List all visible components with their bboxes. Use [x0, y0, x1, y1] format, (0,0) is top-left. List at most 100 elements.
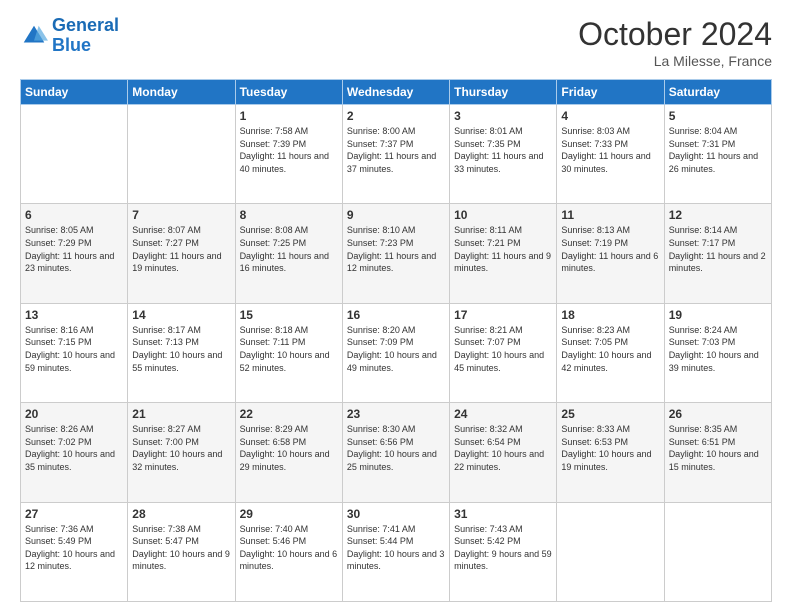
day-number: 11 — [561, 208, 659, 222]
sunset-text: Sunset: 7:05 PM — [561, 336, 659, 349]
sunset-text: Sunset: 7:23 PM — [347, 237, 445, 250]
calendar-cell: 26Sunrise: 8:35 AMSunset: 6:51 PMDayligh… — [664, 403, 771, 502]
day-info: Sunrise: 8:27 AMSunset: 7:00 PMDaylight:… — [132, 423, 230, 473]
sunset-text: Sunset: 5:44 PM — [347, 535, 445, 548]
calendar-week-4: 20Sunrise: 8:26 AMSunset: 7:02 PMDayligh… — [21, 403, 772, 502]
sunset-text: Sunset: 7:00 PM — [132, 436, 230, 449]
sunset-text: Sunset: 7:33 PM — [561, 138, 659, 151]
sunset-text: Sunset: 7:21 PM — [454, 237, 552, 250]
sunrise-text: Sunrise: 8:30 AM — [347, 423, 445, 436]
day-number: 28 — [132, 507, 230, 521]
daylight-text: Daylight: 10 hours and 22 minutes. — [454, 448, 552, 473]
sunrise-text: Sunrise: 8:07 AM — [132, 224, 230, 237]
day-info: Sunrise: 8:18 AMSunset: 7:11 PMDaylight:… — [240, 324, 338, 374]
day-info: Sunrise: 7:38 AMSunset: 5:47 PMDaylight:… — [132, 523, 230, 573]
calendar-cell: 10Sunrise: 8:11 AMSunset: 7:21 PMDayligh… — [450, 204, 557, 303]
day-info: Sunrise: 8:07 AMSunset: 7:27 PMDaylight:… — [132, 224, 230, 274]
daylight-text: Daylight: 11 hours and 2 minutes. — [669, 250, 767, 275]
sunset-text: Sunset: 7:27 PM — [132, 237, 230, 250]
daylight-text: Daylight: 11 hours and 12 minutes. — [347, 250, 445, 275]
daylight-text: Daylight: 10 hours and 49 minutes. — [347, 349, 445, 374]
col-wednesday: Wednesday — [342, 80, 449, 105]
sunrise-text: Sunrise: 8:24 AM — [669, 324, 767, 337]
sunset-text: Sunset: 7:19 PM — [561, 237, 659, 250]
daylight-text: Daylight: 11 hours and 16 minutes. — [240, 250, 338, 275]
logo-text: General Blue — [52, 16, 119, 56]
day-number: 1 — [240, 109, 338, 123]
sunset-text: Sunset: 7:25 PM — [240, 237, 338, 250]
calendar-cell: 24Sunrise: 8:32 AMSunset: 6:54 PMDayligh… — [450, 403, 557, 502]
day-info: Sunrise: 8:24 AMSunset: 7:03 PMDaylight:… — [669, 324, 767, 374]
sunset-text: Sunset: 6:58 PM — [240, 436, 338, 449]
sunset-text: Sunset: 7:39 PM — [240, 138, 338, 151]
logo: General Blue — [20, 16, 119, 56]
calendar-week-5: 27Sunrise: 7:36 AMSunset: 5:49 PMDayligh… — [21, 502, 772, 601]
sunset-text: Sunset: 7:03 PM — [669, 336, 767, 349]
day-number: 8 — [240, 208, 338, 222]
daylight-text: Daylight: 10 hours and 59 minutes. — [25, 349, 123, 374]
day-info: Sunrise: 8:11 AMSunset: 7:21 PMDaylight:… — [454, 224, 552, 274]
daylight-text: Daylight: 10 hours and 45 minutes. — [454, 349, 552, 374]
daylight-text: Daylight: 10 hours and 35 minutes. — [25, 448, 123, 473]
day-number: 22 — [240, 407, 338, 421]
day-info: Sunrise: 8:17 AMSunset: 7:13 PMDaylight:… — [132, 324, 230, 374]
calendar-cell: 22 Sunrise: 8:29 AMSunset: 6:58 PMDayligh… — [235, 403, 342, 502]
sunset-text: Sunset: 5:42 PM — [454, 535, 552, 548]
sunrise-text: Sunrise: 8:27 AM — [132, 423, 230, 436]
sunrise-text: Sunrise: 7:40 AM — [240, 523, 338, 536]
day-info: Sunrise: 8:29 AMSunset: 6:58 PMDaylight:… — [240, 423, 338, 473]
header-row: Sunday Monday Tuesday Wednesday Thursday… — [21, 80, 772, 105]
daylight-text: Daylight: 10 hours and 12 minutes. — [25, 548, 123, 573]
calendar-cell: 29 Sunrise: 7:40 AMSunset: 5:46 PMDayligh… — [235, 502, 342, 601]
col-monday: Monday — [128, 80, 235, 105]
day-info: Sunrise: 8:35 AMSunset: 6:51 PMDaylight:… — [669, 423, 767, 473]
day-info: Sunrise: 8:13 AMSunset: 7:19 PMDaylight:… — [561, 224, 659, 274]
day-number: 25 — [561, 407, 659, 421]
sunset-text: Sunset: 7:02 PM — [25, 436, 123, 449]
header: General Blue October 2024 La Milesse, Fr… — [20, 16, 772, 69]
daylight-text: Daylight: 11 hours and 19 minutes. — [132, 250, 230, 275]
location: La Milesse, France — [578, 53, 772, 69]
col-tuesday: Tuesday — [235, 80, 342, 105]
day-info: Sunrise: 8:14 AMSunset: 7:17 PMDaylight:… — [669, 224, 767, 274]
day-number: 17 — [454, 308, 552, 322]
day-number: 13 — [25, 308, 123, 322]
day-number: 6 — [25, 208, 123, 222]
sunset-text: Sunset: 7:17 PM — [669, 237, 767, 250]
day-info: Sunrise: 7:36 AMSunset: 5:49 PMDaylight:… — [25, 523, 123, 573]
daylight-text: Daylight: 10 hours and 55 minutes. — [132, 349, 230, 374]
sunset-text: Sunset: 7:15 PM — [25, 336, 123, 349]
calendar-cell: 18Sunrise: 8:23 AMSunset: 7:05 PMDayligh… — [557, 303, 664, 402]
sunset-text: Sunset: 6:51 PM — [669, 436, 767, 449]
sunrise-text: Sunrise: 7:36 AM — [25, 523, 123, 536]
day-info: Sunrise: 8:26 AMSunset: 7:02 PMDaylight:… — [25, 423, 123, 473]
day-number: 29 — [240, 507, 338, 521]
day-info: Sunrise: 7:40 AMSunset: 5:46 PMDaylight:… — [240, 523, 338, 573]
sunrise-text: Sunrise: 8:21 AM — [454, 324, 552, 337]
sunrise-text: Sunrise: 8:33 AM — [561, 423, 659, 436]
calendar-cell: 15Sunrise: 8:18 AMSunset: 7:11 PMDayligh… — [235, 303, 342, 402]
sunrise-text: Sunrise: 8:01 AM — [454, 125, 552, 138]
daylight-text: Daylight: 11 hours and 9 minutes. — [454, 250, 552, 275]
calendar-cell: 9Sunrise: 8:10 AMSunset: 7:23 PMDaylight… — [342, 204, 449, 303]
calendar-cell: 1Sunrise: 7:58 AMSunset: 7:39 PMDaylight… — [235, 105, 342, 204]
sunrise-text: Sunrise: 8:17 AM — [132, 324, 230, 337]
daylight-text: Daylight: 10 hours and 15 minutes. — [669, 448, 767, 473]
daylight-text: Daylight: 11 hours and 30 minutes. — [561, 150, 659, 175]
sunrise-text: Sunrise: 8:11 AM — [454, 224, 552, 237]
day-info: Sunrise: 8:23 AMSunset: 7:05 PMDaylight:… — [561, 324, 659, 374]
sunrise-text: Sunrise: 8:35 AM — [669, 423, 767, 436]
month-title: October 2024 — [578, 16, 772, 53]
daylight-text: Daylight: 11 hours and 37 minutes. — [347, 150, 445, 175]
sunrise-text: Sunrise: 8:14 AM — [669, 224, 767, 237]
sunrise-text: Sunrise: 8:10 AM — [347, 224, 445, 237]
sunset-text: Sunset: 7:29 PM — [25, 237, 123, 250]
daylight-text: Daylight: 10 hours and 42 minutes. — [561, 349, 659, 374]
sunset-text: Sunset: 6:56 PM — [347, 436, 445, 449]
daylight-text: Daylight: 11 hours and 26 minutes. — [669, 150, 767, 175]
sunset-text: Sunset: 7:07 PM — [454, 336, 552, 349]
calendar-cell: 16Sunrise: 8:20 AMSunset: 7:09 PMDayligh… — [342, 303, 449, 402]
calendar-body: 1Sunrise: 7:58 AMSunset: 7:39 PMDaylight… — [21, 105, 772, 602]
sunrise-text: Sunrise: 8:04 AM — [669, 125, 767, 138]
logo-general: General — [52, 15, 119, 35]
